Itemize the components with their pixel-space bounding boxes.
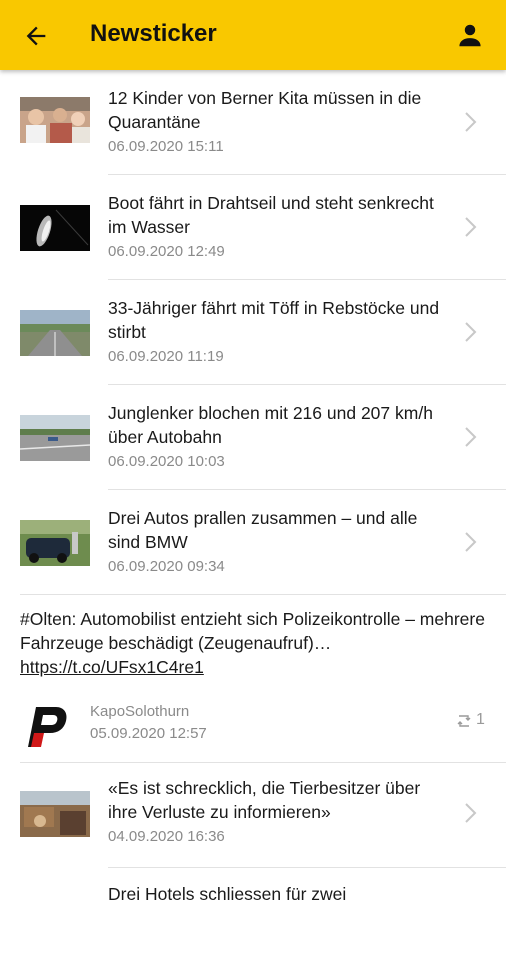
article-date: 06.09.2020 15:11: [108, 138, 224, 155]
tweet-text-block: #Olten: Automobilist entzieht sich Poliz…: [20, 607, 486, 679]
article-headline: 33-Jähriger fährt mit Töff in Rebstöcke …: [108, 298, 440, 342]
thumbnail-image: [20, 97, 90, 143]
article-headline: Boot fährt in Drahtseil und steht senkre…: [108, 193, 434, 237]
tweet-link[interactable]: https://t.co/UFsx1C4re1: [20, 657, 204, 677]
article-headline: Junglenker blochen mit 216 und 207 km/h …: [108, 403, 433, 447]
retweet-count: 1: [476, 711, 485, 728]
chevron-right-icon: [465, 532, 477, 552]
list-item[interactable]: Junglenker blochen mit 216 und 207 km/h …: [0, 385, 506, 490]
arrow-left-icon[interactable]: [22, 22, 50, 50]
article-date: 04.09.2020 16:36: [108, 828, 225, 845]
kapo-logo-icon: [28, 707, 67, 747]
article-date: 06.09.2020 09:34: [108, 558, 225, 575]
chevron-right-icon: [465, 112, 477, 132]
chevron-right-icon: [465, 427, 477, 447]
thumbnail-image: [20, 520, 90, 566]
thumbnail-image: [20, 415, 90, 461]
tweet-card[interactable]: #Olten: Automobilist entzieht sich Poliz…: [0, 595, 506, 763]
thumbnail-image: [20, 310, 90, 356]
article-headline: 12 Kinder von Berner Kita müssen in die …: [108, 88, 422, 132]
retweet-icon[interactable]: [455, 713, 473, 729]
list-item[interactable]: Drei Autos prallen zusammen – und alle s…: [0, 490, 506, 595]
person-icon[interactable]: [455, 20, 485, 50]
page-title: Newsticker: [90, 20, 217, 47]
news-list: 12 Kinder von Berner Kita müssen in die …: [0, 70, 506, 973]
list-item[interactable]: «Es ist schrecklich, die Tierbesitzer üb…: [0, 763, 506, 868]
app-bar: Newsticker: [0, 0, 506, 70]
article-headline: Drei Autos prallen zusammen – und alle s…: [108, 508, 418, 552]
thumbnail-image: [20, 791, 90, 837]
tweet-handle: KapoSolothurn: [90, 703, 190, 720]
chevron-right-icon: [465, 217, 477, 237]
tweet-text: #Olten: Automobilist entzieht sich Poliz…: [20, 609, 485, 653]
list-item[interactable]: 33-Jähriger fährt mit Töff in Rebstöcke …: [0, 280, 506, 385]
article-date: 06.09.2020 11:19: [108, 348, 224, 365]
list-item[interactable]: Boot fährt in Drahtseil und steht senkre…: [0, 175, 506, 280]
tweet-date: 05.09.2020 12:57: [90, 725, 207, 742]
thumbnail-image: [20, 205, 90, 251]
chevron-right-icon: [465, 803, 477, 823]
chevron-right-icon: [465, 322, 477, 342]
article-date: 06.09.2020 12:49: [108, 243, 225, 260]
article-date: 06.09.2020 10:03: [108, 453, 225, 470]
list-item[interactable]: Drei Hotels schliessen für zwei: [0, 868, 506, 973]
article-headline: «Es ist schrecklich, die Tierbesitzer üb…: [108, 778, 421, 822]
article-headline: Drei Hotels schliessen für zwei: [108, 884, 347, 904]
list-item[interactable]: 12 Kinder von Berner Kita müssen in die …: [0, 70, 506, 175]
